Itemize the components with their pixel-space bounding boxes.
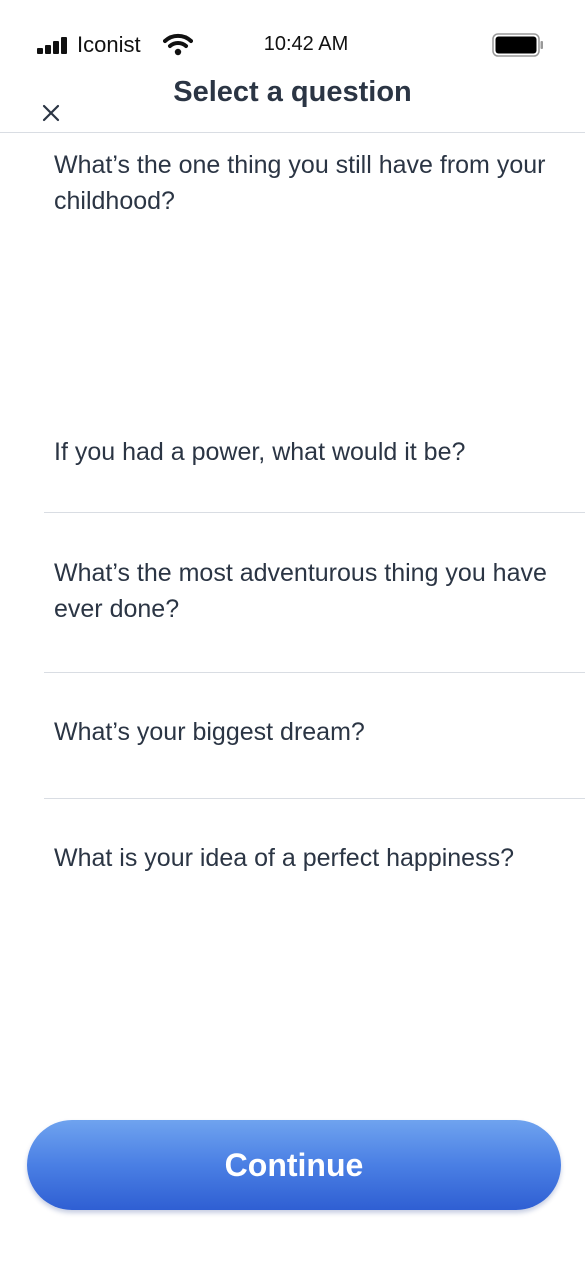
continue-button[interactable]: Continue [27, 1120, 561, 1210]
list-divider [44, 798, 585, 799]
battery-icon [492, 33, 543, 57]
question-item-adventurous[interactable]: What’s the most adventurous thing you ha… [54, 555, 554, 627]
page-title: Select a question [173, 76, 412, 108]
status-bar: Iconist 10:42 AM [0, 0, 585, 70]
question-item-dream[interactable]: What’s your biggest dream? [54, 714, 579, 750]
header-divider [0, 132, 585, 133]
question-item-power[interactable]: If you had a power, what would it be? [54, 434, 579, 470]
question-item-happiness[interactable]: What is your idea of a perfect happiness… [54, 840, 579, 876]
list-divider [44, 512, 585, 513]
list-divider [44, 672, 585, 673]
question-item-childhood[interactable]: What’s the one thing you still have from… [54, 147, 579, 219]
